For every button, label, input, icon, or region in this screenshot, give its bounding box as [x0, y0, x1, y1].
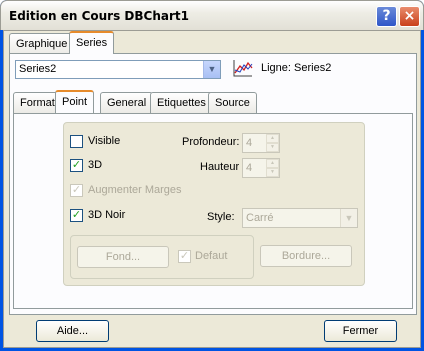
profondeur-value: 4 [246, 137, 253, 149]
bordure-button[interactable]: Bordure... [260, 245, 352, 267]
3d-noir-checkbox[interactable]: ✓ [70, 209, 83, 222]
fermer-button[interactable]: Fermer [324, 320, 397, 342]
tab-label: Etiquettes [157, 97, 206, 109]
point-tab-panel: Visible ✓ 3D ✓ Augmenter Marges ✓ 3D Noi… [13, 113, 413, 309]
line-chart-icon[interactable] [232, 58, 254, 78]
tab-label: Point [62, 96, 88, 108]
fond-group: Fond... ✓ Defaut [70, 235, 254, 279]
tab-label: Source [215, 97, 250, 109]
chevron-down-icon[interactable]: ▼ [340, 209, 357, 227]
style-label: Style: [207, 211, 235, 223]
spin-up-icon[interactable]: ▲ [266, 134, 279, 143]
series-tab-panel: Series2 ▼ Ligne: Series2 Format Point Ge… [9, 53, 417, 315]
3d-checkbox[interactable]: ✓ [70, 159, 83, 172]
spin-up-icon[interactable]: ▲ [266, 159, 279, 168]
spin-down-icon[interactable]: ▼ [266, 143, 279, 152]
augmenter-marges-label[interactable]: Augmenter Marges [88, 184, 182, 196]
tab-graphique[interactable]: Graphique [9, 33, 75, 54]
series-select-value: Series2 [19, 63, 57, 75]
defaut-label[interactable]: Defaut [195, 250, 227, 262]
defaut-checkbox[interactable]: ✓ [178, 250, 191, 263]
title-bar[interactable]: Edition en Cours DBChart1 ? × [0, 0, 424, 30]
hauteur-spinner[interactable]: 4 ▲ ▼ [242, 158, 280, 178]
profondeur-label: Profondeur: [182, 136, 240, 148]
tab-series[interactable]: Series [69, 31, 115, 54]
point-options-group: Visible ✓ 3D ✓ Augmenter Marges ✓ 3D Noi… [63, 122, 365, 286]
chevron-down-icon[interactable]: ▼ [203, 61, 220, 78]
3d-label[interactable]: 3D [88, 159, 102, 171]
series-type-label: Ligne: Series2 [261, 62, 332, 74]
3d-noir-label[interactable]: 3D Noir [88, 209, 125, 221]
question-icon: ? [382, 8, 391, 24]
visible-label[interactable]: Visible [88, 135, 120, 147]
hauteur-label: Hauteur [200, 161, 240, 173]
tab-point[interactable]: Point [55, 90, 95, 113]
aide-button[interactable]: Aide... [36, 320, 109, 342]
tab-label: General [107, 97, 147, 109]
style-value: Carré [246, 212, 274, 224]
spin-down-icon[interactable]: ▼ [266, 168, 279, 177]
fond-button[interactable]: Fond... [77, 246, 169, 268]
style-select[interactable]: Carré ▼ [242, 208, 358, 228]
dialog-client: Graphique Series Series2 ▼ Ligne: Series… [3, 30, 421, 348]
visible-checkbox[interactable] [70, 135, 83, 148]
close-button[interactable]: × [399, 6, 420, 27]
tab-source[interactable]: Source [208, 92, 257, 113]
dialog-window: Edition en Cours DBChart1 ? × Graphique … [0, 0, 424, 351]
series-select[interactable]: Series2 ▼ [15, 60, 221, 79]
close-icon: × [403, 8, 416, 24]
tab-label: Format [20, 97, 55, 109]
tab-label: Graphique [16, 38, 68, 50]
tab-etiquettes[interactable]: Etiquettes [150, 92, 213, 113]
window-title: Edition en Cours DBChart1 [9, 9, 189, 23]
help-button[interactable]: ? [376, 6, 397, 27]
hauteur-value: 4 [246, 162, 253, 174]
augmenter-marges-checkbox[interactable]: ✓ [70, 184, 83, 197]
tab-label: Series [76, 37, 108, 49]
profondeur-spinner[interactable]: 4 ▲ ▼ [242, 133, 280, 153]
tab-general[interactable]: General [100, 92, 154, 113]
